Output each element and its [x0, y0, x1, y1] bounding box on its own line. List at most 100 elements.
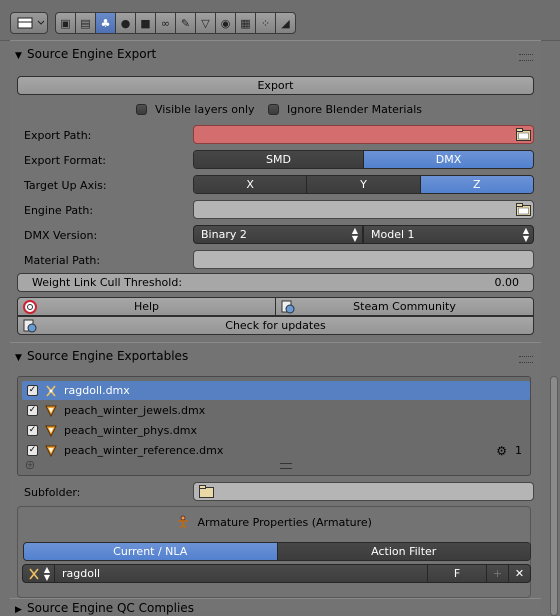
- subfolder-field[interactable]: [193, 482, 534, 501]
- url-globe-icon: [23, 319, 37, 333]
- armature-person-icon: [178, 515, 189, 529]
- list-resize-grip[interactable]: [280, 463, 292, 469]
- panel-title: Source Engine Export: [27, 47, 157, 61]
- target-up-axis-label: Target Up Axis:: [24, 179, 107, 192]
- export-checkbox[interactable]: ✓: [27, 405, 38, 416]
- action-name-value: ragdoll: [62, 567, 101, 580]
- cube-icon: ■: [140, 16, 151, 30]
- panel-header[interactable]: ▼ Source Engine Exportables: [15, 349, 188, 363]
- constraint-icon: ∞: [160, 16, 171, 30]
- steam-community-button[interactable]: Steam Community: [275, 297, 534, 316]
- physics-tab[interactable]: ◢: [275, 12, 296, 34]
- mesh-data-icon: ▽: [201, 16, 210, 30]
- ignore-materials-label: Ignore Blender Materials: [287, 103, 423, 116]
- data-tab[interactable]: ▽: [195, 12, 216, 34]
- export-path-field[interactable]: [193, 125, 534, 144]
- material-path-field[interactable]: [193, 250, 534, 269]
- modifiers-tab[interactable]: ✎: [175, 12, 196, 34]
- panel-header[interactable]: ▶ Source Engine QC Complies: [15, 601, 194, 615]
- world-tab[interactable]: ●: [115, 12, 136, 34]
- export-format-label: Export Format:: [24, 154, 106, 167]
- help-button[interactable]: Help: [17, 297, 276, 316]
- ignore-materials-checkbox[interactable]: [268, 104, 279, 115]
- panel-drag-grip[interactable]: [519, 356, 533, 363]
- visible-layers-label: Visible layers only: [155, 103, 255, 116]
- material-tab[interactable]: ◉: [215, 12, 236, 34]
- list-item[interactable]: ✓ peach_winter_reference.dmx ⚙ 1: [22, 441, 530, 460]
- particles-tab[interactable]: ⁘: [255, 12, 276, 34]
- panel-title: Source Engine Exportables: [27, 349, 189, 363]
- properties-header: ▣ ▤ ♣ ● ■ ∞ ✎ ▽ ◉ ▦ ⁘ ◢: [0, 0, 560, 41]
- expand-arrow-icon: ▼: [15, 51, 22, 61]
- dmx-model-dropdown[interactable]: Model 1 ▲ ▼: [363, 225, 534, 244]
- constraints-tab[interactable]: ∞: [155, 12, 176, 34]
- action-name-field[interactable]: ragdoll: [54, 564, 428, 583]
- weight-link-cull-slider[interactable]: Weight Link Cull Threshold: 0.00: [17, 273, 534, 292]
- armature-properties-title: Armature Properties (Armature): [18, 515, 530, 529]
- dmx-version-value: Binary 2: [201, 228, 247, 241]
- shape-key-icon: ⚙: [496, 443, 507, 458]
- folder-icon[interactable]: [516, 128, 531, 141]
- engine-path-field[interactable]: [193, 200, 534, 219]
- action-mode-selector: Current / NLA Action Filter: [23, 542, 531, 561]
- fake-user-label: F: [453, 567, 461, 580]
- render-layers-tab[interactable]: ▤: [75, 12, 96, 34]
- world-icon: ●: [120, 16, 131, 30]
- export-checkbox[interactable]: ✓: [27, 425, 38, 436]
- list-item-label: peach_winter_jewels.dmx: [64, 404, 206, 417]
- wrench-icon: ✎: [180, 16, 191, 30]
- axis-z-button[interactable]: Z: [420, 176, 533, 193]
- axis-x-button[interactable]: X: [194, 176, 308, 193]
- layers-icon: ▤: [80, 16, 91, 30]
- action-browse-button[interactable]: ▲ ▼: [22, 564, 55, 583]
- export-checkbox[interactable]: ✓: [27, 445, 38, 456]
- editor-type-button[interactable]: [10, 12, 48, 34]
- new-action-button[interactable]: +: [486, 564, 509, 583]
- texture-tab[interactable]: ▦: [235, 12, 256, 34]
- scene-tab[interactable]: ♣: [95, 12, 116, 34]
- shape-keys-count: ⚙ 1: [496, 444, 522, 458]
- list-item-label: peach_winter_phys.dmx: [64, 424, 198, 437]
- tab-current-nla[interactable]: Current / NLA: [24, 543, 278, 560]
- check-updates-button[interactable]: Check for updates: [17, 316, 534, 335]
- add-plus-icon[interactable]: +: [26, 461, 34, 469]
- list-item[interactable]: ✓ peach_winter_jewels.dmx: [22, 401, 530, 420]
- texture-icon: ▦: [240, 16, 251, 30]
- dmx-version-dropdown[interactable]: Binary 2 ▲ ▼: [193, 225, 363, 244]
- url-globe-icon: [281, 300, 295, 314]
- export-path-label: Export Path:: [24, 129, 92, 142]
- updown-arrow-icon: ▲ ▼: [351, 226, 358, 243]
- folder-icon[interactable]: [516, 203, 531, 216]
- list-item[interactable]: ✓ peach_winter_phys.dmx: [22, 421, 530, 440]
- list-item[interactable]: ✓ ragdoll.dmx: [22, 381, 530, 400]
- fake-user-button[interactable]: F: [427, 564, 487, 583]
- help-lifebuoy-icon: [23, 300, 37, 314]
- render-tab[interactable]: ▣: [55, 12, 76, 34]
- panel-header[interactable]: ▼ Source Engine Export: [15, 47, 156, 61]
- dmx-version-label: DMX Version:: [24, 229, 98, 242]
- object-tab[interactable]: ■: [135, 12, 156, 34]
- list-item-label: ragdoll.dmx: [64, 384, 130, 397]
- weight-link-label: Weight Link Cull Threshold:: [32, 276, 183, 289]
- collapsed-arrow-icon: ▶: [15, 605, 22, 615]
- export-button[interactable]: Export: [17, 76, 534, 95]
- action-icon: [29, 568, 39, 579]
- tab-action-filter[interactable]: Action Filter: [277, 543, 530, 560]
- panel-drag-grip[interactable]: [519, 54, 533, 61]
- help-label: Help: [133, 300, 160, 313]
- axis-y-button[interactable]: Y: [307, 176, 421, 193]
- context-tabs: ▣ ▤ ♣ ● ■ ∞ ✎ ▽ ◉ ▦ ⁘ ◢: [55, 12, 296, 34]
- export-format-selector: SMD DMX: [193, 150, 534, 169]
- format-dmx-button[interactable]: DMX: [364, 151, 533, 168]
- visible-layers-checkbox[interactable]: [136, 104, 147, 115]
- updown-arrow-icon: ▲ ▼: [522, 226, 529, 243]
- scrollbar-thumb[interactable]: [550, 376, 558, 616]
- format-smd-button[interactable]: SMD: [194, 151, 364, 168]
- unlink-action-button[interactable]: ✕: [508, 564, 531, 583]
- shape-key-count-value: 1: [515, 444, 522, 457]
- panel-title: Source Engine QC Complies: [27, 601, 194, 615]
- properties-editor-icon: [17, 17, 45, 29]
- export-checkbox[interactable]: ✓: [27, 385, 38, 396]
- updown-arrow-icon: ▲ ▼: [43, 565, 50, 582]
- close-icon: ✕: [514, 567, 525, 580]
